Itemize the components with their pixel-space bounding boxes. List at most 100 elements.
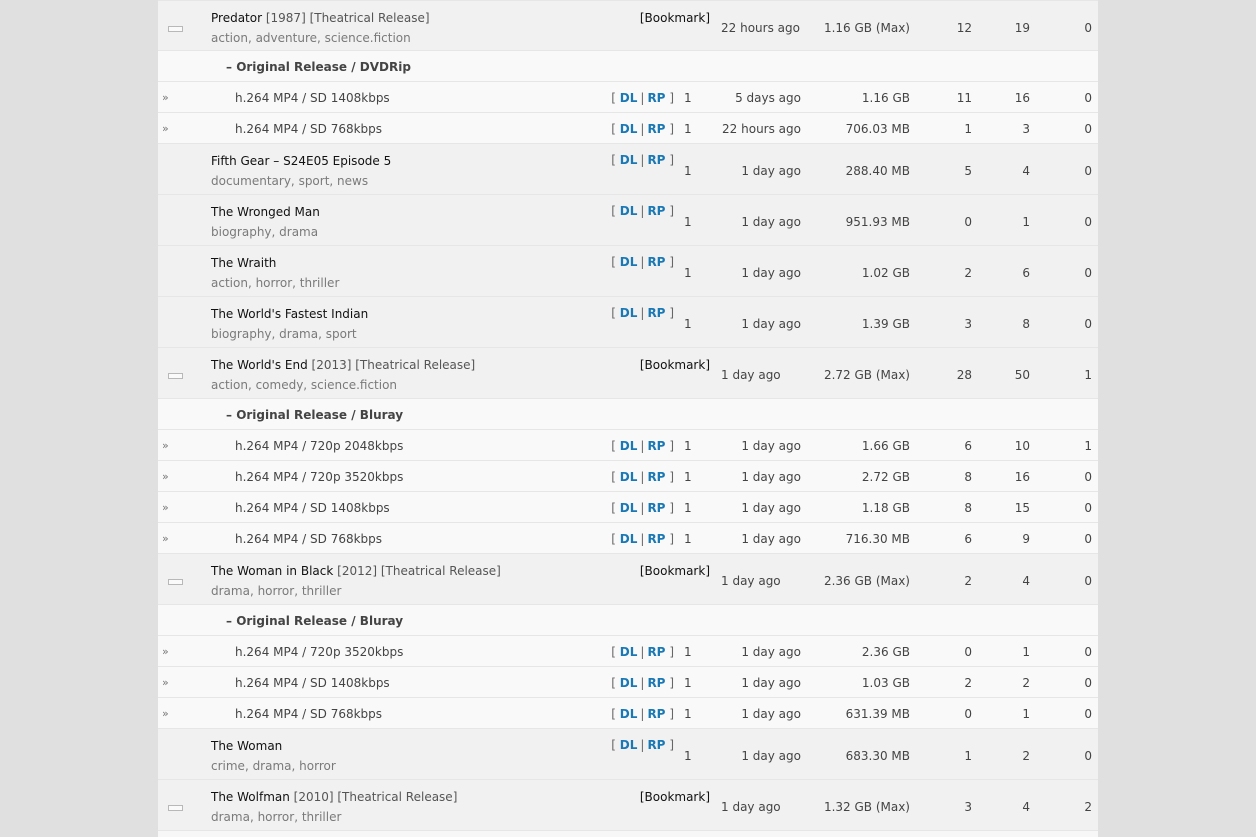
rp-link[interactable]: RP	[647, 501, 665, 515]
expand-arrow-icon[interactable]: »	[162, 532, 169, 545]
torrent-group-row: The World's End [2013] [Theatrical Relea…	[158, 348, 1098, 399]
rp-link[interactable]: RP	[647, 255, 665, 269]
dl-link[interactable]: DL	[620, 306, 638, 320]
torrent-title-text[interactable]: Predator	[211, 11, 262, 25]
rp-link[interactable]: RP	[647, 204, 665, 218]
torrent-title[interactable]: The Wronged Man	[211, 205, 320, 219]
bookmark-link[interactable]: [Bookmark]	[640, 358, 710, 372]
rp-link[interactable]: RP	[647, 470, 665, 484]
snatches-count: 0	[964, 215, 972, 229]
torrent-tags[interactable]: biography, drama, sport	[211, 327, 357, 341]
release-subheader[interactable]: – Original Release / DVDRip	[226, 60, 411, 74]
leechers-count: 0	[1084, 501, 1092, 515]
torrent-group-row: The Woman crime, drama, horror [ DL | RP ] 1 1…	[158, 729, 1098, 780]
snatches-count: 5	[964, 164, 972, 178]
bookmark-link[interactable]: [Bookmark]	[640, 790, 710, 804]
torrent-title[interactable]: The World's Fastest Indian	[211, 307, 368, 321]
download-actions: [ DL | RP ]	[611, 204, 674, 218]
dl-link[interactable]: DL	[620, 122, 638, 136]
dl-link[interactable]: DL	[620, 439, 638, 453]
torrent-tags[interactable]: drama, horror, thriller	[211, 584, 341, 598]
expand-arrow-icon[interactable]: »	[162, 122, 169, 135]
seeders-count: 2	[1022, 676, 1030, 690]
bracket-open: [	[611, 532, 616, 546]
torrent-title-text[interactable]: The Wolfman	[211, 790, 290, 804]
snatches-count: 8	[964, 501, 972, 515]
expand-arrow-icon[interactable]: »	[162, 676, 169, 689]
bookmark-link[interactable]: [Bookmark]	[640, 11, 710, 25]
torrent-title[interactable]: Fifth Gear – S24E05 Episode 5	[211, 154, 391, 168]
torrent-title[interactable]: The World's End [2013] [Theatrical Relea…	[211, 358, 475, 372]
rp-link[interactable]: RP	[647, 738, 665, 752]
torrent-tags[interactable]: action, adventure, science.fiction	[211, 31, 411, 45]
rp-link[interactable]: RP	[647, 707, 665, 721]
torrent-title-text[interactable]: Fifth Gear – S24E05 Episode 5	[211, 154, 391, 168]
dl-link[interactable]: DL	[620, 738, 638, 752]
file-row: » h.264 MP4 / 720p 3520kbps [ DL | RP ] 1 1 da…	[158, 636, 1098, 667]
rp-link[interactable]: RP	[647, 676, 665, 690]
download-actions: [ DL | RP ]	[611, 676, 674, 690]
rp-link[interactable]: RP	[647, 153, 665, 167]
torrent-tags[interactable]: biography, drama	[211, 225, 318, 239]
expand-arrow-icon[interactable]: »	[162, 91, 169, 104]
torrent-title-text[interactable]: The Wraith	[211, 256, 276, 270]
torrent-title-text[interactable]: The World's Fastest Indian	[211, 307, 368, 321]
dl-link[interactable]: DL	[620, 707, 638, 721]
link-separator: |	[640, 91, 645, 105]
bracket-close: ]	[669, 204, 674, 218]
expand-arrow-icon[interactable]: »	[162, 501, 169, 514]
torrent-title-text[interactable]: The Wronged Man	[211, 205, 320, 219]
dl-link[interactable]: DL	[620, 501, 638, 515]
collapse-toggle-button[interactable]	[168, 373, 183, 379]
dl-link[interactable]: DL	[620, 645, 638, 659]
torrent-title[interactable]: The Woman in Black [2012] [Theatrical Re…	[211, 564, 501, 578]
expand-arrow-icon[interactable]: »	[162, 470, 169, 483]
release-subheader[interactable]: – Original Release / Bluray	[226, 614, 403, 628]
torrent-list: Predator [1987] [Theatrical Release] acti…	[158, 0, 1098, 831]
dl-link[interactable]: DL	[620, 153, 638, 167]
torrent-title-text[interactable]: The Woman	[211, 739, 282, 753]
upload-age: 1 day ago	[741, 749, 801, 763]
upload-age: 1 day ago	[741, 707, 801, 721]
torrent-title[interactable]: The Wraith	[211, 256, 276, 270]
file-format-name: h.264 MP4 / SD 768kbps	[235, 707, 383, 721]
dl-link[interactable]: DL	[620, 91, 638, 105]
rp-link[interactable]: RP	[647, 439, 665, 453]
torrent-title[interactable]: The Woman	[211, 739, 282, 753]
torrent-tags[interactable]: crime, drama, horror	[211, 759, 336, 773]
release-subheader[interactable]: – Original Release / Bluray	[226, 408, 403, 422]
rp-link[interactable]: RP	[647, 645, 665, 659]
dl-link[interactable]: DL	[620, 204, 638, 218]
rp-link[interactable]: RP	[647, 91, 665, 105]
rp-link[interactable]: RP	[647, 122, 665, 136]
expand-arrow-icon[interactable]: »	[162, 707, 169, 720]
torrent-title-text[interactable]: The World's End	[211, 358, 308, 372]
download-actions: [ DL | RP ]	[611, 645, 674, 659]
collapse-toggle-button[interactable]	[168, 579, 183, 585]
collapse-toggle-button[interactable]	[168, 26, 183, 32]
expand-arrow-icon[interactable]: »	[162, 439, 169, 452]
rp-link[interactable]: RP	[647, 306, 665, 320]
dl-link[interactable]: DL	[620, 470, 638, 484]
torrent-title-text[interactable]: The Woman in Black	[211, 564, 333, 578]
bracket-close: ]	[669, 306, 674, 320]
dl-link[interactable]: DL	[620, 676, 638, 690]
file-count: 1	[684, 749, 692, 763]
seeders-count: 1	[1022, 645, 1030, 659]
torrent-title[interactable]: Predator [1987] [Theatrical Release]	[211, 11, 430, 25]
download-actions: [ DL | RP ]	[611, 532, 674, 546]
bracket-open: [	[611, 501, 616, 515]
expand-arrow-icon[interactable]: »	[162, 645, 169, 658]
collapse-toggle-button[interactable]	[168, 805, 183, 811]
torrent-tags[interactable]: action, horror, thriller	[211, 276, 339, 290]
torrent-tags[interactable]: action, comedy, science.fiction	[211, 378, 397, 392]
torrent-tags[interactable]: documentary, sport, news	[211, 174, 368, 188]
file-count: 1	[684, 164, 692, 178]
dl-link[interactable]: DL	[620, 532, 638, 546]
dl-link[interactable]: DL	[620, 255, 638, 269]
leechers-count: 0	[1084, 21, 1092, 35]
bookmark-link[interactable]: [Bookmark]	[640, 564, 710, 578]
torrent-tags[interactable]: drama, horror, thriller	[211, 810, 341, 824]
rp-link[interactable]: RP	[647, 532, 665, 546]
torrent-title[interactable]: The Wolfman [2010] [Theatrical Release]	[211, 790, 457, 804]
